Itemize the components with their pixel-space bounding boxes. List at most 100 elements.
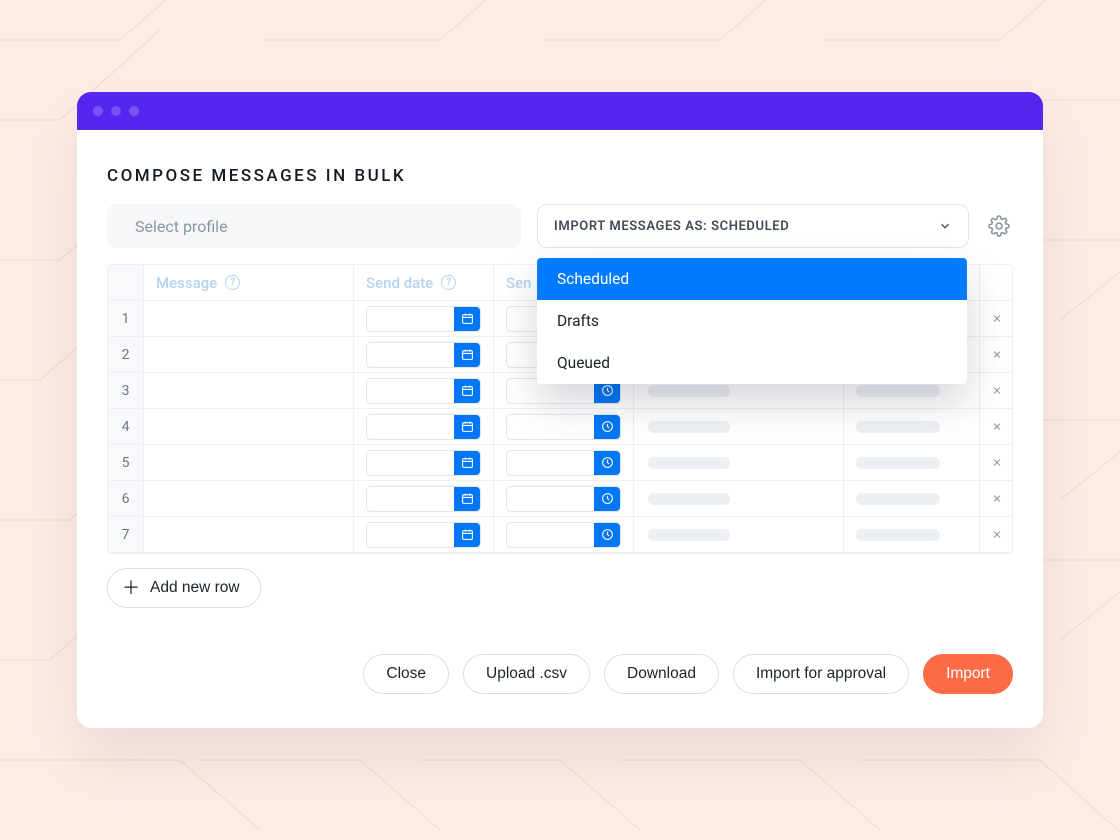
cell-message[interactable]: [144, 409, 354, 445]
table-row: 4: [108, 409, 1012, 445]
date-picker[interactable]: [366, 342, 481, 368]
date-picker[interactable]: [366, 450, 481, 476]
th-send-time-label: Sen: [506, 274, 531, 292]
upload-csv-button[interactable]: Upload .csv: [463, 654, 590, 694]
download-button[interactable]: Download: [604, 654, 719, 694]
cell-message[interactable]: [144, 337, 354, 373]
table-row: 7: [108, 517, 1012, 553]
close-icon: [992, 313, 1002, 324]
table-row: 6: [108, 481, 1012, 517]
traffic-dot: [129, 106, 139, 116]
time-picker[interactable]: [506, 450, 621, 476]
row-delete-button[interactable]: [980, 481, 1013, 517]
placeholder-bar: [856, 385, 940, 397]
close-button[interactable]: Close: [363, 654, 449, 694]
import-as-select[interactable]: IMPORT MESSAGES AS: SCHEDULED: [537, 204, 969, 248]
close-icon: [992, 421, 1002, 432]
row-delete-button[interactable]: [980, 301, 1013, 337]
add-row-button[interactable]: ＋ Add new row: [107, 568, 261, 608]
date-picker[interactable]: [366, 522, 481, 548]
time-picker[interactable]: [506, 486, 621, 512]
row-delete-button[interactable]: [980, 337, 1013, 373]
date-picker[interactable]: [366, 486, 481, 512]
cell-message[interactable]: [144, 445, 354, 481]
row-delete-button[interactable]: [980, 409, 1013, 445]
cell-send-date: [354, 409, 494, 445]
close-icon: [992, 385, 1002, 396]
placeholder-bar: [648, 493, 730, 505]
row-delete-button[interactable]: [980, 373, 1013, 409]
chevron-down-icon: [938, 219, 952, 233]
time-picker[interactable]: [506, 522, 621, 548]
cell-send-date: [354, 481, 494, 517]
cell-placeholder: [634, 481, 844, 517]
cell-message[interactable]: [144, 301, 354, 337]
row-number: 1: [108, 301, 144, 337]
profile-select[interactable]: Select profile: [107, 204, 521, 248]
dropdown-option-scheduled[interactable]: Scheduled: [537, 258, 967, 300]
help-icon[interactable]: ?: [225, 275, 240, 290]
placeholder-bar: [648, 421, 730, 433]
import-select-wrap: IMPORT MESSAGES AS: SCHEDULED Scheduled …: [537, 204, 969, 248]
th-rownum: [108, 265, 144, 301]
date-picker[interactable]: [366, 414, 481, 440]
calendar-icon: [454, 522, 480, 548]
row-number: 4: [108, 409, 144, 445]
cell-placeholder: [634, 445, 844, 481]
date-picker[interactable]: [366, 378, 481, 404]
cell-message[interactable]: [144, 517, 354, 553]
th-col7: [980, 265, 1013, 301]
row-number: 7: [108, 517, 144, 553]
th-send-date-label: Send date: [366, 274, 433, 292]
placeholder-bar: [648, 385, 730, 397]
plus-icon: ＋: [122, 579, 140, 597]
placeholder-bar: [856, 493, 940, 505]
calendar-icon: [454, 450, 480, 476]
cell-send-time: [494, 517, 634, 553]
dropdown-option-drafts[interactable]: Drafts: [537, 300, 967, 342]
date-picker[interactable]: [366, 306, 481, 332]
cell-placeholder: [844, 481, 980, 517]
placeholder-bar: [648, 529, 730, 541]
cell-message[interactable]: [144, 373, 354, 409]
cell-send-date: [354, 373, 494, 409]
row-delete-button[interactable]: [980, 517, 1013, 553]
cell-placeholder: [634, 517, 844, 553]
import-approval-button[interactable]: Import for approval: [733, 654, 909, 694]
modal-content: COMPOSE MESSAGES IN BULK Select profile …: [77, 130, 1043, 728]
clock-icon: [594, 414, 620, 440]
close-icon: [992, 349, 1002, 360]
cell-placeholder: [844, 445, 980, 481]
calendar-icon: [454, 486, 480, 512]
import-as-label: IMPORT MESSAGES AS: SCHEDULED: [554, 219, 789, 234]
modal-footer: Close Upload .csv Download Import for ap…: [107, 654, 1013, 694]
cell-send-time: [494, 409, 634, 445]
cell-send-time: [494, 481, 634, 517]
page-title: COMPOSE MESSAGES IN BULK: [107, 166, 1013, 186]
gear-icon: [988, 215, 1010, 237]
clock-icon: [594, 450, 620, 476]
help-icon[interactable]: ?: [441, 275, 456, 290]
window-titlebar: [77, 92, 1043, 130]
close-icon: [992, 529, 1002, 540]
calendar-icon: [454, 306, 480, 332]
th-message: Message ?: [144, 265, 354, 301]
placeholder-bar: [648, 457, 730, 469]
dropdown-option-queued[interactable]: Queued: [537, 342, 967, 384]
row-delete-button[interactable]: [980, 445, 1013, 481]
time-picker[interactable]: [506, 414, 621, 440]
cell-message[interactable]: [144, 481, 354, 517]
close-icon: [992, 457, 1002, 468]
cell-send-date: [354, 517, 494, 553]
profile-placeholder: Select profile: [135, 217, 228, 236]
th-message-label: Message: [156, 274, 217, 292]
traffic-dot: [111, 106, 121, 116]
settings-button[interactable]: [985, 212, 1013, 240]
import-as-dropdown: Scheduled Drafts Queued: [537, 258, 967, 384]
placeholder-bar: [856, 529, 940, 541]
th-send-date: Send date ?: [354, 265, 494, 301]
row-number: 5: [108, 445, 144, 481]
cell-send-date: [354, 337, 494, 373]
cell-send-time: [494, 445, 634, 481]
import-button[interactable]: Import: [923, 654, 1013, 694]
